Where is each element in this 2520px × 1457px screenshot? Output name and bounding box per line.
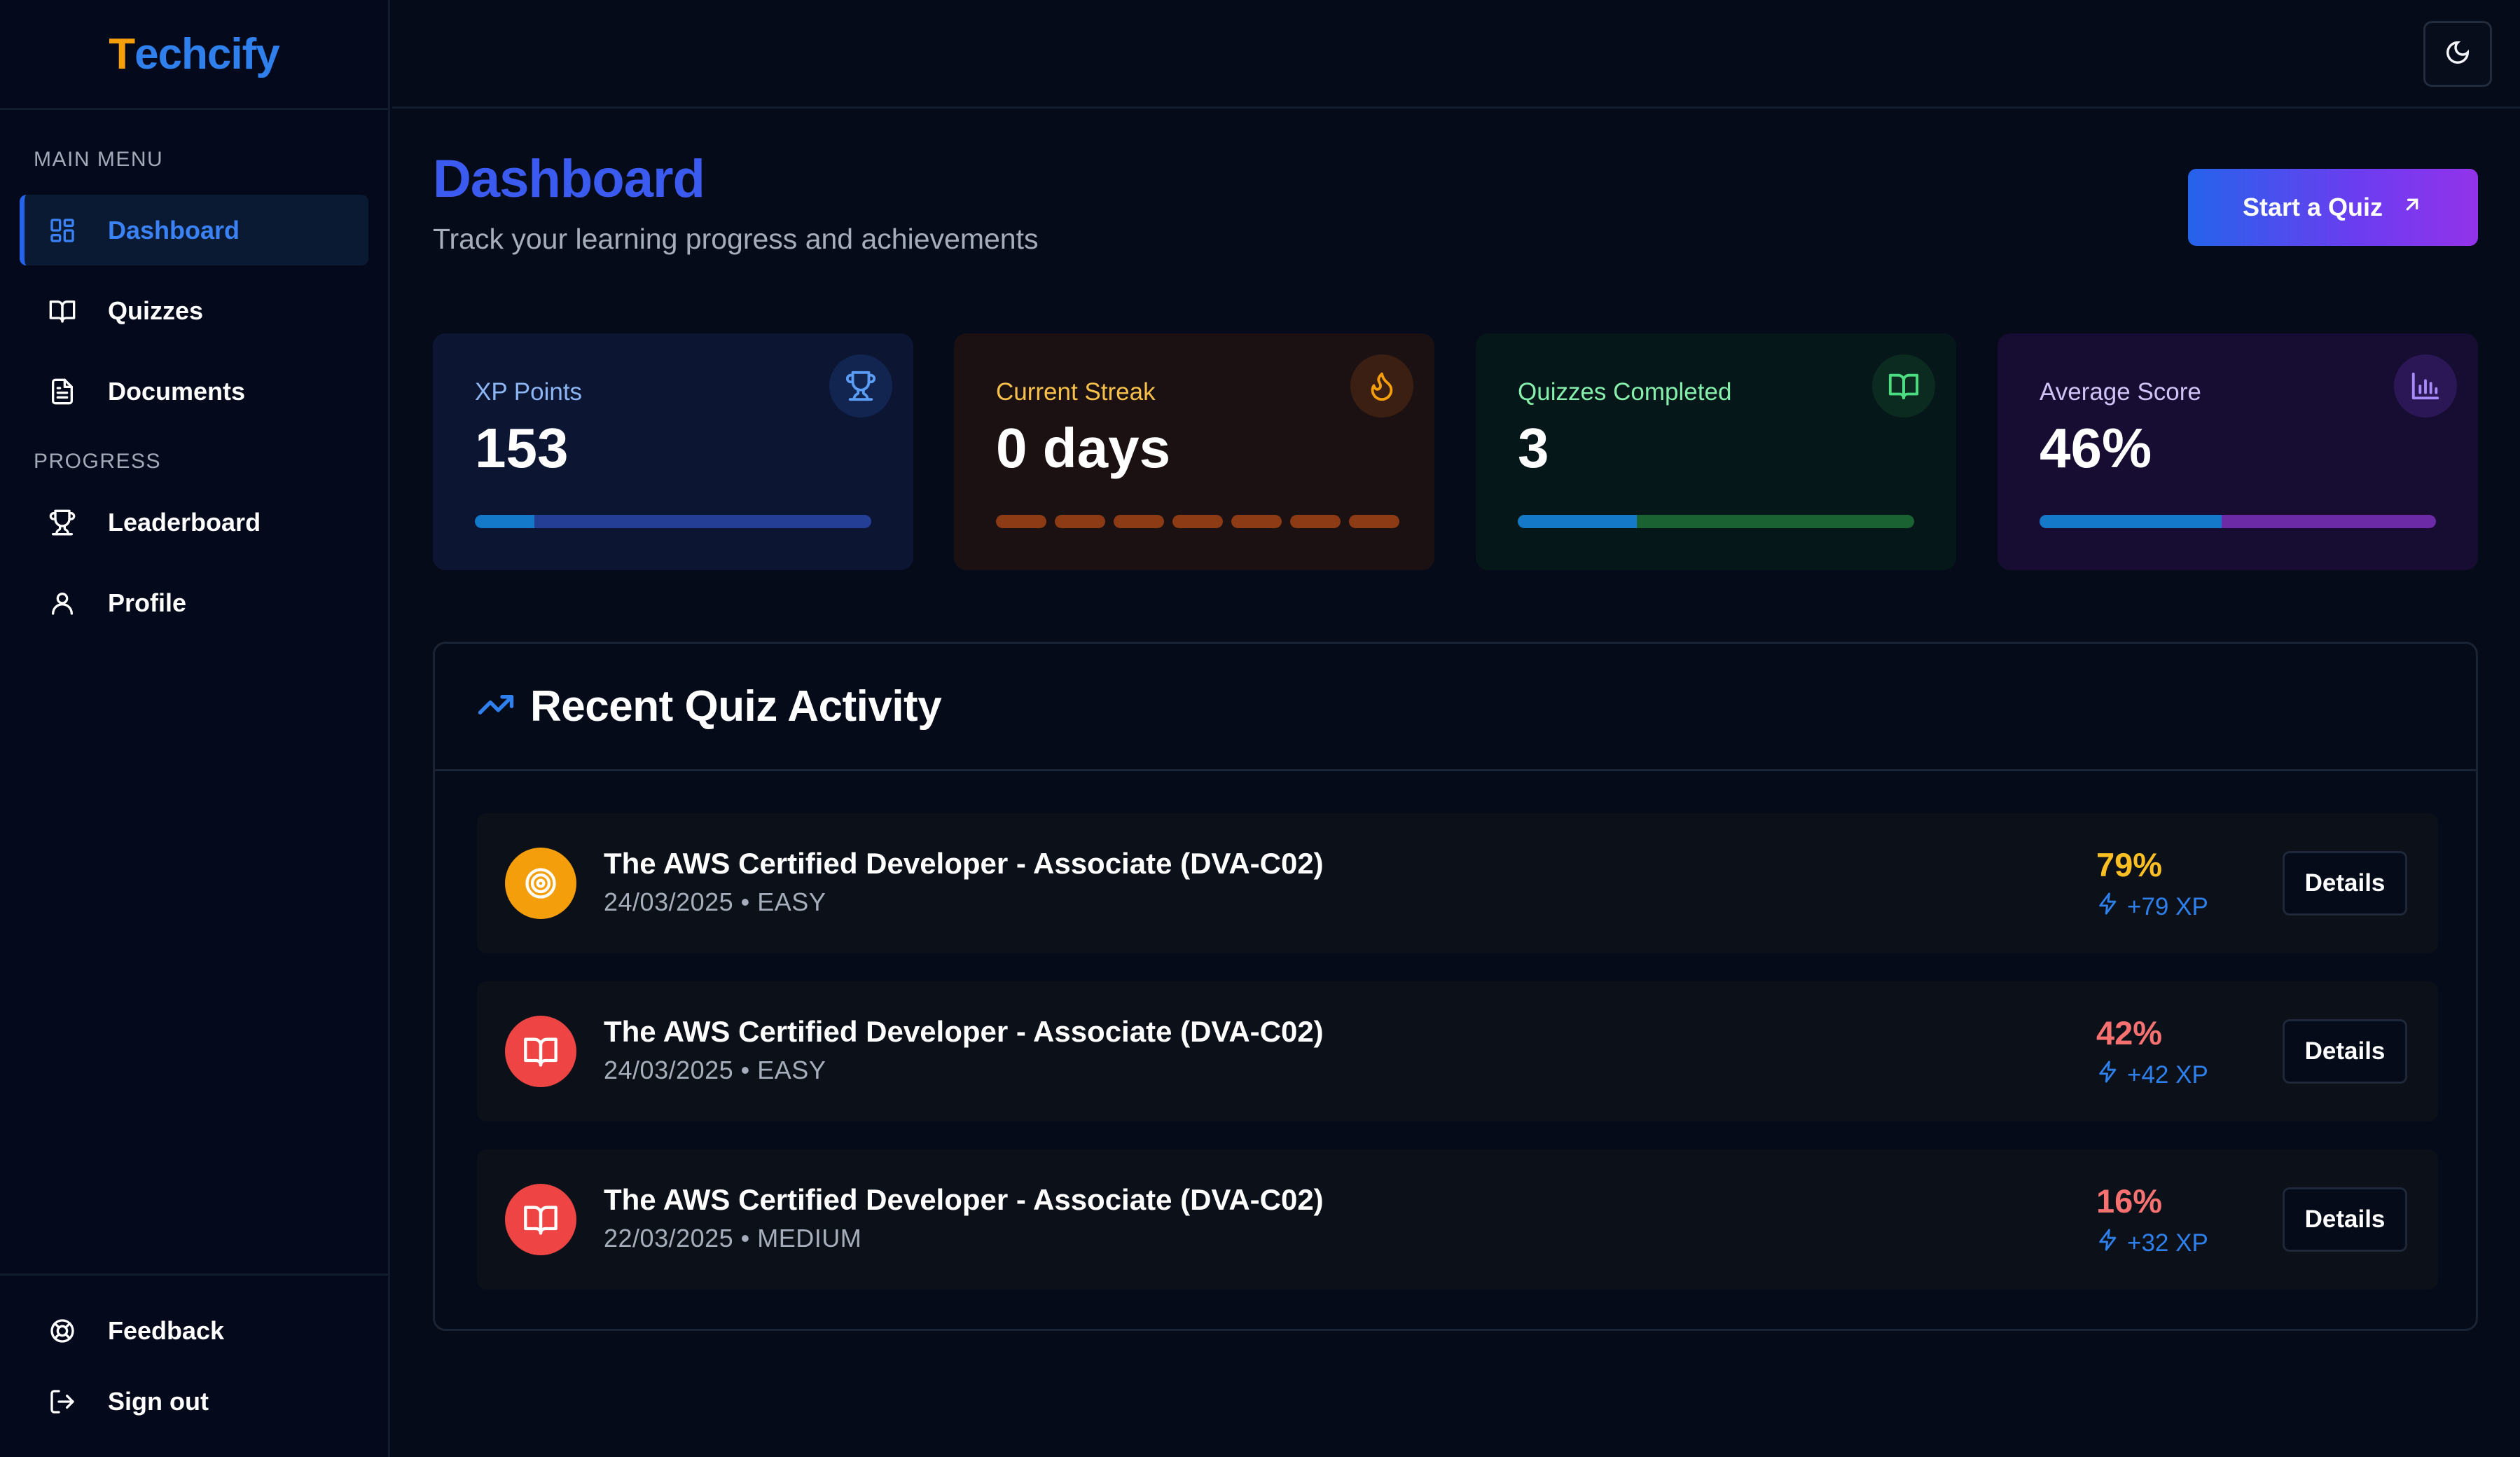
progress-bar-fill bbox=[475, 515, 534, 528]
stat-card-current-streak: Current Streak 0 days bbox=[954, 333, 1434, 570]
quiz-title: The AWS Certified Developer - Associate … bbox=[604, 1015, 1324, 1048]
activity-row[interactable]: The AWS Certified Developer - Associate … bbox=[477, 1149, 2438, 1290]
sidebar-divider bbox=[0, 1273, 388, 1276]
sign-out-icon bbox=[48, 1387, 77, 1416]
lightning-icon bbox=[2096, 892, 2120, 922]
details-button[interactable]: Details bbox=[2283, 851, 2407, 916]
xp-earned-label: +42 XP bbox=[2127, 1061, 2208, 1089]
stat-value: 46% bbox=[2040, 417, 2152, 479]
stat-label: Current Streak bbox=[996, 378, 1156, 406]
activity-row[interactable]: The AWS Certified Developer - Associate … bbox=[477, 981, 2438, 1121]
sidebar-item-label: Sign out bbox=[108, 1386, 209, 1416]
flame-icon bbox=[1350, 354, 1413, 417]
book-open-icon bbox=[505, 1016, 576, 1087]
theme-toggle-button[interactable] bbox=[2423, 21, 2492, 87]
streak-segment bbox=[1114, 515, 1164, 528]
streak-segments bbox=[996, 515, 1399, 528]
activity-title: Recent Quiz Activity bbox=[530, 682, 942, 731]
activity-header: Recent Quiz Activity bbox=[435, 644, 2476, 771]
brand-logo[interactable]: Techcify bbox=[0, 0, 388, 110]
streak-segment bbox=[1349, 515, 1399, 528]
quiz-meta: 24/03/2025 • EASY bbox=[604, 888, 826, 916]
sidebar-item-label: Leaderboard bbox=[108, 507, 261, 537]
target-icon bbox=[505, 848, 576, 919]
progress-bar bbox=[2040, 515, 2436, 528]
stat-card-xp-points: XP Points 153 bbox=[433, 333, 913, 570]
stat-value: 3 bbox=[1518, 417, 1549, 479]
trophy-icon bbox=[48, 508, 77, 537]
sidebar-item-label: Dashboard bbox=[108, 215, 240, 244]
stat-card-average-score: Average Score 46% bbox=[1998, 333, 2478, 570]
user-icon bbox=[48, 588, 77, 618]
book-open-icon bbox=[48, 296, 77, 326]
progress-bar bbox=[475, 515, 871, 528]
moon-icon bbox=[2444, 39, 2471, 69]
sidebar-item-quizzes[interactable]: Quizzes bbox=[20, 275, 368, 346]
streak-segment bbox=[1290, 515, 1341, 528]
progress-bar-fill bbox=[1518, 515, 1637, 528]
book-open-icon bbox=[505, 1184, 576, 1255]
dashboard-grid-icon bbox=[48, 216, 77, 245]
sidebar-item-dashboard[interactable]: Dashboard bbox=[20, 195, 368, 265]
start-quiz-label: Start a Quiz bbox=[2242, 193, 2383, 221]
page-title: Dashboard bbox=[433, 149, 705, 209]
progress-label: PROGRESS bbox=[34, 450, 162, 473]
quiz-score: 42% bbox=[2096, 1014, 2163, 1051]
streak-segment bbox=[1172, 515, 1223, 528]
stat-label: Quizzes Completed bbox=[1518, 378, 1732, 406]
streak-segment bbox=[1231, 515, 1282, 528]
sidebar-item-documents[interactable]: Documents bbox=[20, 356, 368, 427]
stat-value: 0 days bbox=[996, 417, 1171, 479]
recent-quiz-activity-panel: Recent Quiz Activity The AWS Certified D… bbox=[433, 642, 2478, 1331]
stat-value: 153 bbox=[475, 417, 569, 479]
quiz-meta: 24/03/2025 • EASY bbox=[604, 1056, 826, 1084]
progress-bar-fill bbox=[2040, 515, 2222, 528]
stat-label: Average Score bbox=[2040, 378, 2201, 406]
xp-earned: +79 XP bbox=[2096, 892, 2208, 922]
sidebar-item-label: Profile bbox=[108, 588, 187, 617]
stat-card-quizzes-completed: Quizzes Completed 3 bbox=[1476, 333, 1956, 570]
sidebar: Techcify MAIN MENU Dashboard Quizzes Doc… bbox=[0, 0, 390, 1457]
trophy-icon bbox=[829, 354, 892, 417]
xp-earned: +42 XP bbox=[2096, 1060, 2208, 1090]
brand-logo-letter: T bbox=[109, 29, 135, 78]
progress-bar bbox=[1518, 515, 1914, 528]
xp-earned-label: +79 XP bbox=[2127, 892, 2208, 920]
quiz-title: The AWS Certified Developer - Associate … bbox=[604, 847, 1324, 880]
details-button[interactable]: Details bbox=[2283, 1019, 2407, 1084]
sidebar-item-profile[interactable]: Profile bbox=[20, 567, 368, 638]
sidebar-item-label: Documents bbox=[108, 376, 246, 406]
arrow-up-right-icon bbox=[2401, 193, 2423, 222]
sidebar-item-sign-out[interactable]: Sign out bbox=[20, 1366, 368, 1437]
brand-logo-text: echcify bbox=[134, 29, 280, 78]
document-icon bbox=[48, 377, 77, 406]
quiz-meta: 22/03/2025 • MEDIUM bbox=[604, 1224, 862, 1252]
book-open-icon bbox=[1872, 354, 1935, 417]
bar-chart-icon bbox=[2394, 354, 2457, 417]
lifebuoy-icon bbox=[48, 1316, 77, 1346]
lightning-icon bbox=[2096, 1228, 2120, 1258]
xp-earned: +32 XP bbox=[2096, 1228, 2208, 1258]
streak-segment bbox=[1055, 515, 1105, 528]
xp-earned-label: +32 XP bbox=[2127, 1229, 2208, 1257]
stat-label: XP Points bbox=[475, 378, 583, 406]
start-quiz-button[interactable]: Start a Quiz bbox=[2188, 169, 2478, 246]
activity-row[interactable]: The AWS Certified Developer - Associate … bbox=[477, 813, 2438, 953]
details-button[interactable]: Details bbox=[2283, 1187, 2407, 1252]
main-menu-label: MAIN MENU bbox=[34, 148, 164, 171]
top-bar bbox=[392, 0, 2520, 109]
quiz-title: The AWS Certified Developer - Associate … bbox=[604, 1183, 1324, 1216]
sidebar-item-leaderboard[interactable]: Leaderboard bbox=[20, 487, 368, 558]
streak-segment bbox=[996, 515, 1046, 528]
sidebar-item-label: Feedback bbox=[108, 1316, 225, 1345]
trending-up-icon bbox=[477, 686, 530, 727]
quiz-score: 16% bbox=[2096, 1182, 2163, 1220]
quiz-score: 79% bbox=[2096, 846, 2163, 883]
sidebar-item-feedback[interactable]: Feedback bbox=[20, 1295, 368, 1366]
lightning-icon bbox=[2096, 1060, 2120, 1090]
sidebar-item-label: Quizzes bbox=[108, 296, 204, 325]
page-subtitle: Track your learning progress and achieve… bbox=[433, 223, 1039, 255]
